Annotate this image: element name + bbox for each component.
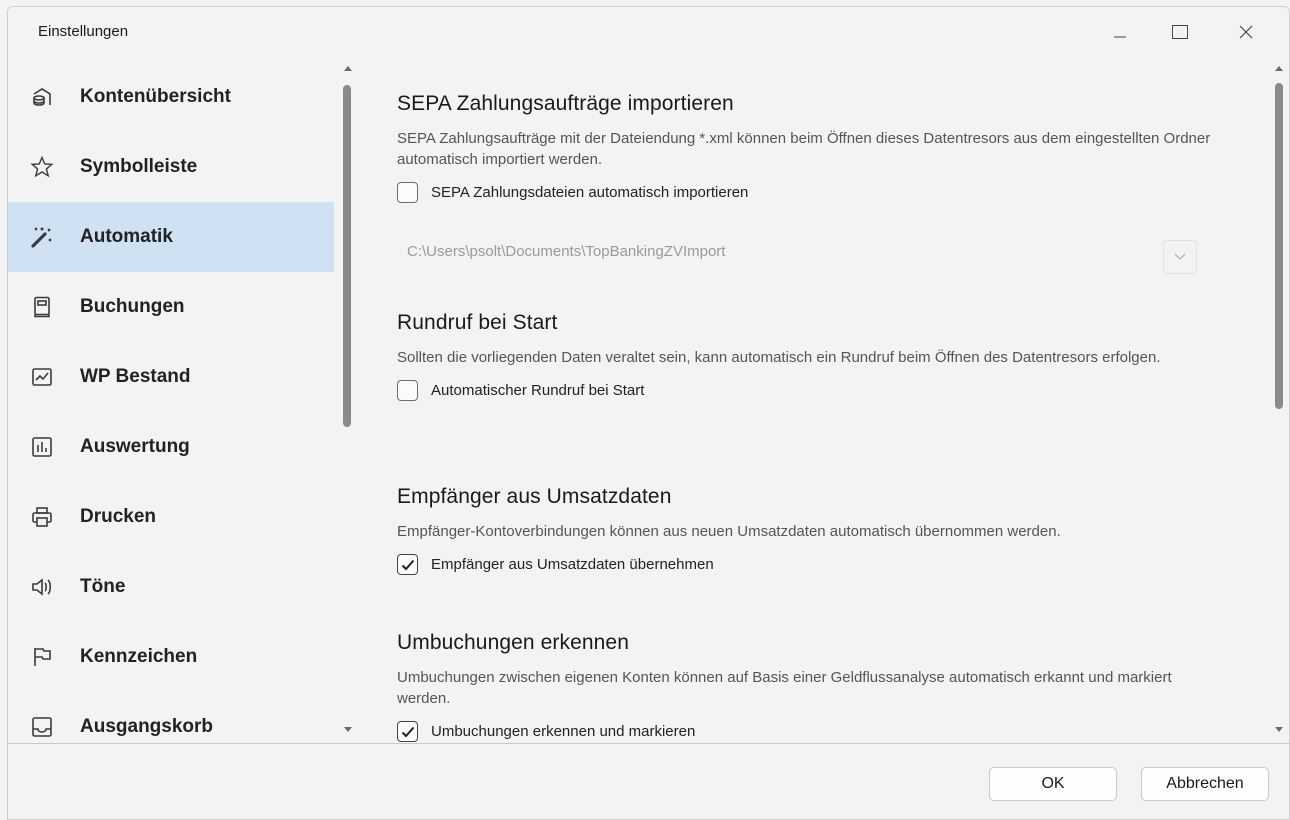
section-rundruf: Rundruf bei Start Sollten die vorliegend… bbox=[397, 311, 1247, 401]
empfaenger-checkbox[interactable]: Empfänger aus Umsatzdaten übernehmen bbox=[397, 554, 1247, 575]
sidebar-item-label: Drucken bbox=[80, 506, 157, 527]
sidebar-item-ausgangskorb[interactable]: Ausgangskorb bbox=[8, 692, 334, 743]
checkbox-label: SEPA Zahlungsdateien automatisch importi… bbox=[431, 184, 749, 201]
scroll-up-arrow-icon[interactable] bbox=[344, 66, 352, 71]
section-description: SEPA Zahlungsaufträge mit der Dateiendun… bbox=[397, 130, 1211, 168]
dialog-footer: OK Abbrechen bbox=[8, 743, 1289, 819]
scroll-down-arrow-icon[interactable] bbox=[1275, 727, 1283, 732]
coins-icon bbox=[26, 81, 58, 113]
ok-button[interactable]: OK bbox=[989, 767, 1117, 801]
sidebar-item-label: Töne bbox=[80, 576, 126, 597]
sidebar-item-label: Auswertung bbox=[80, 436, 190, 457]
checkmark-icon bbox=[401, 559, 414, 570]
sepa-import-checkbox[interactable]: SEPA Zahlungsdateien automatisch importi… bbox=[397, 182, 1247, 203]
sidebar-item-symbolleiste[interactable]: Symbolleiste bbox=[8, 132, 334, 202]
section-description: Empfänger-Kontoverbindungen können aus n… bbox=[397, 523, 1061, 540]
sidebar-item-label: Buchungen bbox=[80, 296, 185, 317]
section-sepa: SEPA Zahlungsaufträge importieren SEPA Z… bbox=[397, 92, 1247, 203]
scroll-up-arrow-icon[interactable] bbox=[1275, 66, 1283, 71]
checkbox-label: Empfänger aus Umsatzdaten übernehmen bbox=[431, 556, 714, 573]
section-empfaenger: Empfänger aus Umsatzdaten Empfänger-Kont… bbox=[397, 485, 1247, 575]
sepa-folder-path: C:\Users\psolt\Documents\TopBankingZVImp… bbox=[407, 243, 726, 260]
sidebar-item-kontenuebersicht[interactable]: Kontenübersicht bbox=[8, 62, 334, 132]
sidebar-scrollbar[interactable] bbox=[334, 57, 362, 743]
checkmark-icon bbox=[401, 726, 414, 737]
sepa-folder-select[interactable]: C:\Users\psolt\Documents\TopBankingZVImp… bbox=[397, 240, 1197, 274]
content-scrollbar[interactable] bbox=[1268, 57, 1289, 743]
checkbox-box[interactable] bbox=[397, 380, 418, 401]
scroll-down-arrow-icon[interactable] bbox=[344, 727, 352, 732]
star-icon bbox=[26, 151, 58, 183]
minimize-icon bbox=[1114, 36, 1126, 38]
section-umbuchungen: Umbuchungen erkennen Umbuchungen zwische… bbox=[397, 631, 1247, 742]
sidebar-item-label: WP Bestand bbox=[80, 366, 191, 387]
sidebar-item-label: Symbolleiste bbox=[80, 156, 198, 177]
sidebar-item-label: Automatik bbox=[80, 226, 173, 247]
sidebar-item-buchungen[interactable]: Buchungen bbox=[8, 272, 334, 342]
ledger-icon bbox=[26, 291, 58, 323]
section-title: Rundruf bei Start bbox=[397, 311, 558, 334]
section-description: Sollten die vorliegenden Daten veraltet … bbox=[397, 349, 1161, 366]
bar-chart-icon bbox=[26, 431, 58, 463]
speaker-icon bbox=[26, 571, 58, 603]
rundruf-checkbox[interactable]: Automatischer Rundruf bei Start bbox=[397, 380, 1247, 401]
content-scrollbar-thumb[interactable] bbox=[1275, 83, 1283, 409]
sidebar-item-kennzeichen[interactable]: Kennzeichen bbox=[8, 622, 334, 692]
cancel-button[interactable]: Abbrechen bbox=[1141, 767, 1269, 801]
checkbox-label: Automatischer Rundruf bei Start bbox=[431, 382, 645, 399]
settings-window: Einstellungen Kontenübersicht Symbolleis… bbox=[7, 6, 1290, 820]
sidebar-item-label: Ausgangskorb bbox=[80, 716, 214, 737]
chart-line-icon bbox=[26, 361, 58, 393]
section-title: Umbuchungen erkennen bbox=[397, 631, 629, 654]
checkbox-box[interactable] bbox=[397, 554, 418, 575]
sidebar-item-drucken[interactable]: Drucken bbox=[8, 482, 334, 552]
magic-wand-icon bbox=[26, 221, 58, 253]
sidebar-item-wp-bestand[interactable]: WP Bestand bbox=[8, 342, 334, 412]
sidebar-item-auswertung[interactable]: Auswertung bbox=[8, 412, 334, 482]
checkbox-label: Umbuchungen erkennen und markieren bbox=[431, 723, 696, 740]
section-title: Empfänger aus Umsatzdaten bbox=[397, 485, 672, 508]
maximize-icon bbox=[1172, 25, 1188, 39]
umbuchungen-checkbox[interactable]: Umbuchungen erkennen und markieren bbox=[397, 721, 1247, 742]
sidebar-item-automatik[interactable]: Automatik bbox=[8, 202, 334, 272]
outbox-icon bbox=[26, 711, 58, 743]
close-icon bbox=[1239, 25, 1253, 39]
sidebar-item-label: Kontenübersicht bbox=[80, 86, 231, 107]
section-title: SEPA Zahlungsaufträge importieren bbox=[397, 92, 734, 115]
sidebar-item-toene[interactable]: Töne bbox=[8, 552, 334, 622]
section-description: Umbuchungen zwischen eigenen Konten könn… bbox=[397, 669, 1172, 707]
settings-content: SEPA Zahlungsaufträge importieren SEPA Z… bbox=[362, 57, 1268, 743]
minimize-button[interactable] bbox=[1097, 7, 1143, 57]
maximize-button[interactable] bbox=[1157, 7, 1203, 57]
settings-sidebar: Kontenübersicht Symbolleiste Automatik B… bbox=[8, 57, 334, 743]
title-bar: Einstellungen bbox=[8, 7, 1289, 57]
checkbox-box[interactable] bbox=[397, 721, 418, 742]
flag-icon bbox=[26, 641, 58, 673]
window-title: Einstellungen bbox=[38, 23, 129, 40]
close-button[interactable] bbox=[1223, 7, 1269, 57]
sidebar-scrollbar-thumb[interactable] bbox=[343, 85, 351, 427]
checkbox-box[interactable] bbox=[397, 182, 418, 203]
sidebar-item-label: Kennzeichen bbox=[80, 646, 198, 667]
printer-icon bbox=[26, 501, 58, 533]
chevron-down-icon[interactable] bbox=[1163, 240, 1197, 274]
